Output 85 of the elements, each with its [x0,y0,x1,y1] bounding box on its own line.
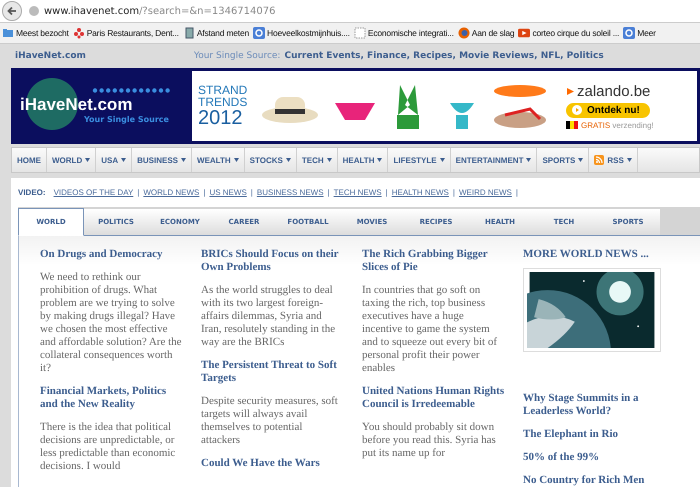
nav-item[interactable]: HOME [12,148,47,172]
video-link[interactable]: WEIRD NEWS [458,188,512,197]
link-separator: | [386,188,388,197]
video-label: VIDEO: [18,188,46,197]
back-button[interactable] [2,1,22,21]
video-link[interactable]: HEALTH NEWS [392,188,449,197]
article-summary: You should probably sit down before you read this. Syria has put its name up for [362,421,497,460]
nav-item[interactable]: WORLD [47,148,96,172]
article-title[interactable]: United Nations Human Rights Council is Irredeemable [362,385,505,411]
folder-icon [2,27,14,39]
link-separator: | [137,188,140,197]
bookmark[interactable]: Afstand meten [182,27,250,39]
article-summary: In countries that go soft on taxing the rich, top business executives have a huge incentive to game the system and to squeeze out every bit of personal profit their power enables [362,284,498,375]
site-name[interactable]: iHaveNet.com [15,51,86,61]
news-link[interactable]: Why Stage Summits in a Leaderless World? [523,392,666,418]
article-summary: Despite security measures, soft targets will always avail themselves to potential attackers [201,395,339,447]
article-summary: There is the idea that political decisions are unpredictable, or less predictable than economic decisions. I would [40,421,176,473]
article-title[interactable]: Financial Markets, Politics and the New Reality [40,385,183,411]
blank-page-icon [354,27,366,39]
video-link[interactable]: TECH NEWS [334,188,382,197]
brand-icon [566,86,575,96]
article-summary: We need to rethink our prohibition of drugs. What problem are we trying to solve by making drugs illegal? Have we chosen the most effective and affordable solution? Are the collateral consequences worth it? [40,271,183,375]
news-link[interactable]: No Country for Rich Men [523,474,666,487]
ad-banner[interactable]: STRAND TRENDS 2012 zalando.be Ontdek nu! GRATIS verzending! [192,71,697,141]
bookmark[interactable]: corteo cirque du soleil ... [518,27,620,39]
article-title[interactable]: The Rich Grabbing Bigger Slices of Pie [362,248,505,274]
nav-item[interactable]: TECH [296,148,338,172]
nav-item[interactable]: WEALTH [192,148,245,172]
nav-item[interactable]: STOCKS [244,148,297,172]
caret-icon [286,158,291,162]
nav-item[interactable]: SPORTS [537,148,590,172]
play-icon [518,27,530,39]
link-separator: | [516,188,518,197]
nav-item[interactable]: LIFESTYLE [388,148,451,172]
caret-icon [578,158,584,162]
article-title[interactable]: On Drugs and Democracy [40,248,183,261]
section-heading[interactable]: MORE WORLD NEWS ... [523,248,666,260]
article-title[interactable]: BRICs Should Focus on their Own Problems [201,248,344,274]
bookmark[interactable]: Meer [623,27,656,39]
cta-button[interactable]: Ontdek nu! [566,102,650,118]
bookmark[interactable]: Meest bezocht [2,27,69,39]
caret-icon [626,158,632,162]
tagline-label: Your Single Source: [194,51,280,61]
article-title[interactable]: Could We Have the Wars [201,457,344,470]
caret-icon [440,158,445,162]
link-separator: | [250,188,253,197]
play-icon [572,105,582,115]
video-link[interactable]: US NEWS [209,188,247,197]
link-separator: | [452,188,455,197]
flag-icon [566,121,578,129]
shipping-note: GRATIS verzending! [566,120,654,130]
article-summary: As the world struggles to deal with its two largest foreign-affairs dilemmas, Syria and Iran, resolutely standing in the way are the BRICs [201,284,336,349]
ad-headline: STRAND TRENDS 2012 [198,84,248,128]
bookmark[interactable]: Economische integrati... [354,27,454,39]
caret-icon [526,158,532,162]
caret-icon [326,158,332,162]
bookmark[interactable]: Hoeveelkostmijnhuis.... [253,27,350,39]
caret-icon [234,158,239,162]
news-link[interactable]: 50% of the 99% [523,451,666,464]
logo-slogan: Your Single Source [84,115,170,124]
article-title[interactable]: The Persistent Threat to Soft Targets [201,359,344,385]
video-link[interactable]: BUSINESS NEWS [256,188,324,197]
caret-icon [85,158,90,162]
caret-icon [181,158,186,162]
back-arrow-icon [7,6,17,16]
link-separator: | [328,188,330,197]
brand-name: zalando.be [566,82,650,100]
bookmark[interactable]: Aan de slag [458,27,514,39]
nav-item[interactable]: BUSINESS [132,148,192,172]
nav-item[interactable]: ENTERTAINMENT [450,148,538,172]
nav-item[interactable]: USA [96,148,132,172]
rss-icon [594,155,604,165]
flower-icon [72,27,85,39]
tagline-topics: Current Events, Finance, Recipes, Movie Reviews, NFL, Politics [284,51,604,61]
video-link[interactable]: WORLD NEWS [143,188,200,197]
bookmark[interactable]: Paris Restaurants, Dent... [72,27,179,39]
nav-item[interactable]: HEALTH [338,148,388,172]
caret-icon [121,158,126,162]
link-separator: | [203,188,206,197]
nav-item[interactable]: RSS [589,148,638,172]
page-icon [182,27,195,39]
news-link[interactable]: The Elephant in Rio [523,428,666,441]
video-link[interactable]: VIDEOS OF THE DAY [54,188,134,197]
logo-text[interactable]: iHaveNet.com [20,95,192,115]
caret-icon [377,158,382,162]
